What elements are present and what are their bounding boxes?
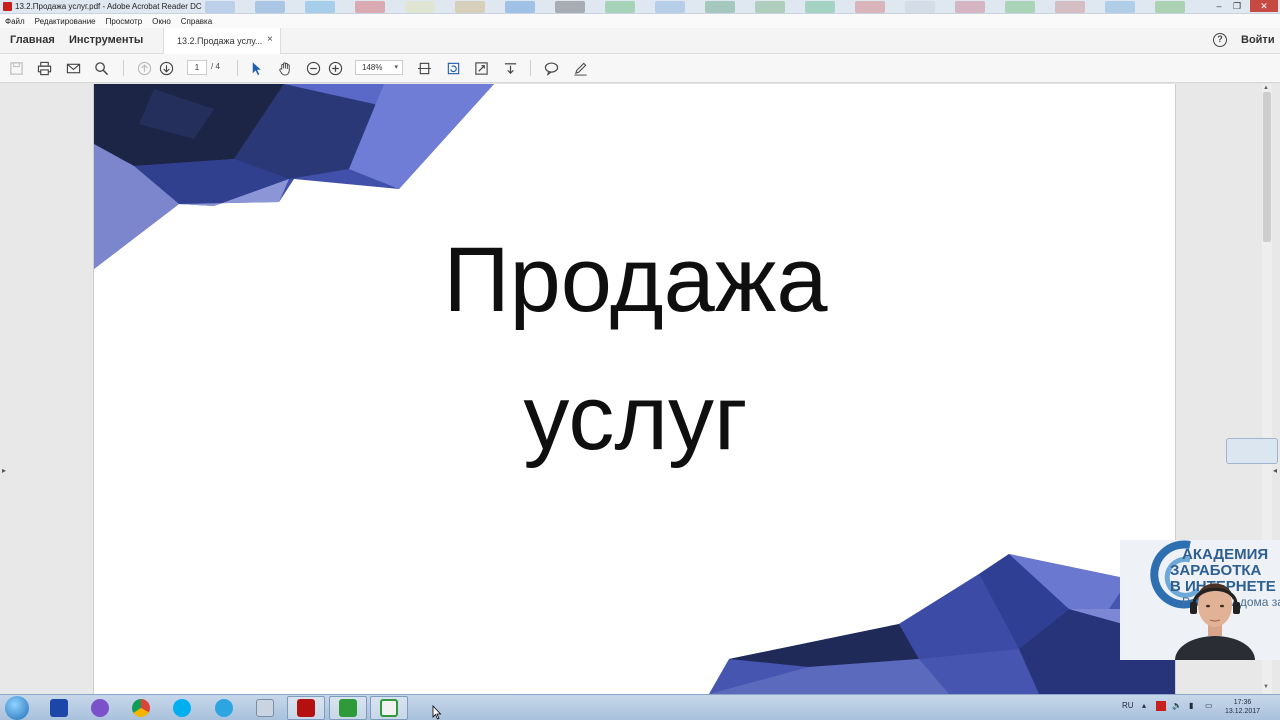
viber-icon <box>91 699 109 717</box>
full-screen-icon[interactable] <box>473 60 489 76</box>
acrobat-icon <box>297 699 315 717</box>
search-icon[interactable] <box>93 60 109 76</box>
scroll-down-icon[interactable]: ▼ <box>1263 684 1269 690</box>
document-title-line-1: Продажа <box>443 229 828 331</box>
zoom-in-icon[interactable] <box>327 60 343 76</box>
previous-page-icon[interactable] <box>136 60 152 76</box>
acrobat-app-icon <box>3 2 12 11</box>
taskbar-acrobat[interactable] <box>287 696 325 720</box>
webcam-overlay: АКАДЕМИЯ ЗАРАБОТКА В ИНТЕРНЕТЕ Работаем … <box>1120 540 1280 660</box>
menu-bar: Файл Редактирование Просмотр Окно Справк… <box>0 14 1280 28</box>
mouse-cursor-icon <box>432 705 442 720</box>
scroll-up-icon[interactable]: ▲ <box>1263 85 1269 91</box>
tab-home[interactable]: Главная <box>10 34 55 46</box>
right-panel-toggle-icon[interactable]: ◂ <box>1273 466 1277 475</box>
left-panel-toggle-icon[interactable]: ▸ <box>2 466 6 475</box>
zoom-value: 148% <box>362 63 383 72</box>
system-clock[interactable]: 17:36 13.12.2017 <box>1225 698 1260 716</box>
help-icon[interactable]: ? <box>1213 33 1227 47</box>
close-tab-icon[interactable]: × <box>267 34 273 45</box>
toolbar-separator <box>237 60 238 76</box>
next-page-icon[interactable] <box>158 60 174 76</box>
taskbar-viber[interactable] <box>81 696 119 720</box>
select-cursor-icon[interactable] <box>248 60 264 76</box>
taskbar-chrome[interactable] <box>122 696 160 720</box>
maximize-button[interactable]: ❐ <box>1230 0 1244 12</box>
page-total: / 4 <box>211 62 220 71</box>
camtasia-editor-icon <box>380 699 398 717</box>
taskbar: RU ▴ 🔈 ▮ ▭ 17:36 13.12.2017 <box>0 694 1280 720</box>
zoom-out-icon[interactable] <box>305 60 321 76</box>
scrollbar-thumb[interactable] <box>1263 92 1271 242</box>
menu-file[interactable]: Файл <box>5 17 25 26</box>
action-center-icon[interactable]: ▭ <box>1205 701 1213 710</box>
menu-help[interactable]: Справка <box>181 17 212 26</box>
email-icon[interactable] <box>65 60 81 76</box>
menu-view[interactable]: Просмотр <box>106 17 143 26</box>
taskbar-camtasia-editor[interactable] <box>370 696 408 720</box>
taskbar-save-app[interactable] <box>40 696 78 720</box>
telegram-icon <box>215 699 233 717</box>
calculator-icon <box>256 699 274 717</box>
chevron-down-icon: ▾ <box>394 64 398 71</box>
document-viewer[interactable]: ▸ Продажа услуг ◂ <box>0 84 1280 694</box>
page-number-input[interactable]: 1 <box>187 60 207 75</box>
document-title-line-2: услуг <box>523 367 748 469</box>
volume-icon[interactable]: 🔈 <box>1172 701 1182 710</box>
skype-icon <box>173 699 191 717</box>
camtasia-recorder-icon <box>339 699 357 717</box>
tab-tools[interactable]: Инструменты <box>69 34 143 46</box>
print-icon[interactable] <box>36 60 52 76</box>
start-button[interactable] <box>5 696 29 720</box>
pdf-page: Продажа услуг <box>93 84 1176 694</box>
taskbar-camtasia-recorder[interactable] <box>329 696 367 720</box>
tab-document[interactable]: 13.2.Продажа услу... × <box>163 28 281 54</box>
taskbar-skype[interactable] <box>163 696 201 720</box>
background-desktop-icons <box>205 1 1205 13</box>
floppy-icon <box>50 699 68 717</box>
clock-date: 13.12.2017 <box>1225 708 1261 715</box>
clock-time: 17:36 <box>1233 699 1252 706</box>
chrome-icon <box>132 699 150 717</box>
floating-widget[interactable] <box>1226 438 1278 464</box>
toolbar-separator <box>530 60 531 76</box>
scroll-mode-icon[interactable] <box>502 60 518 76</box>
fit-page-icon[interactable] <box>416 60 432 76</box>
show-hidden-icons-icon[interactable]: ▴ <box>1142 701 1146 710</box>
toolbar: 1 / 4 148% ▾ <box>0 54 1280 83</box>
rotate-page-icon[interactable] <box>445 60 461 76</box>
menu-window[interactable]: Окно <box>152 17 171 26</box>
presenter-video <box>1175 583 1255 660</box>
zoom-select[interactable]: 148% ▾ <box>355 60 403 75</box>
window-title: 13.2.Продажа услуг.pdf - Adobe Acrobat R… <box>15 2 202 11</box>
tray-app-icon[interactable] <box>1156 701 1166 711</box>
window-title-bar: 13.2.Продажа услуг.pdf - Adobe Acrobat R… <box>0 0 1280 14</box>
taskbar-telegram[interactable] <box>205 696 243 720</box>
close-window-button[interactable]: ✕ <box>1250 0 1278 12</box>
menu-edit[interactable]: Редактирование <box>35 17 96 26</box>
tab-bar: Главная Инструменты 13.2.Продажа услу...… <box>0 28 1280 54</box>
document-tab-label: 13.2.Продажа услу... <box>177 36 263 46</box>
pen-icon[interactable] <box>572 60 588 76</box>
toolbar-separator <box>123 60 124 76</box>
comment-icon[interactable] <box>543 60 559 76</box>
network-icon[interactable]: ▮ <box>1189 701 1193 710</box>
sign-in-button[interactable]: Войти <box>1241 34 1275 46</box>
decorative-polygons-bottom-right <box>709 554 1175 694</box>
minimize-button[interactable]: – <box>1212 0 1226 12</box>
language-indicator[interactable]: RU <box>1122 701 1134 710</box>
hand-tool-icon[interactable] <box>277 60 293 76</box>
taskbar-calculator[interactable] <box>246 696 284 720</box>
save-icon[interactable] <box>8 60 24 76</box>
